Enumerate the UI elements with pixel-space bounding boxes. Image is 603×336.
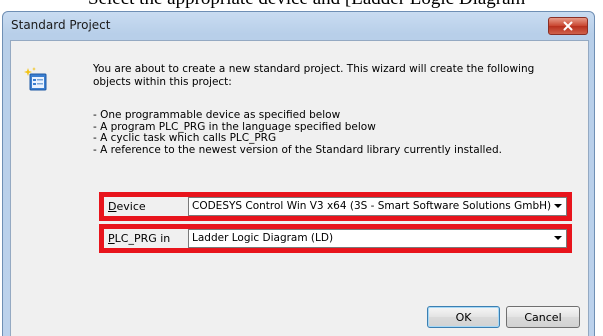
wizard-icon [24,67,47,91]
device-label: Device [108,200,146,213]
plc-prg-label-rest: LC_PRG in [114,232,171,245]
top-caption: Select the appropriate device and [Ladde… [88,0,525,10]
ok-button[interactable]: OK [427,306,500,328]
chevron-down-icon[interactable] [554,204,562,208]
device-highlight: Device CODESYS Control Win V3 x64 (3S - … [99,192,572,221]
plc-prg-language-dropdown[interactable]: Ladder Logic Diagram (LD) [188,229,567,248]
intro-text: You are about to create a new standard p… [93,63,573,89]
plc-prg-label: PLC_PRG in [108,232,170,245]
device-selected-value: CODESYS Control Win V3 x64 (3S - Smart S… [192,200,552,212]
plc-prg-selected-value: Ladder Logic Diagram (LD) [192,232,334,244]
bullet-list: - One programmable device as specified b… [93,109,502,156]
bullet-item: - One programmable device as specified b… [93,109,341,121]
bullet-item: - A reference to the newest version of t… [93,143,502,156]
device-label-rest: evice [116,200,146,213]
dialog-title: Standard Project [11,18,111,32]
dialog-content: You are about to create a new standard p… [10,40,589,336]
page: Select the appropriate device and [Ladde… [0,0,603,336]
intro-paragraph: You are about to create a new standard p… [93,63,535,88]
titlebar: Standard Project [3,12,594,39]
close-icon [563,21,573,31]
plc-prg-label-accelerator: P [108,232,115,245]
standard-project-dialog: Standard Project You are about to create… [2,11,595,336]
cancel-button[interactable]: Cancel [506,306,580,328]
bullet-item: - A cyclic task which calls PLC_PRG [93,132,277,144]
close-button[interactable] [548,17,588,35]
chevron-down-icon[interactable] [554,236,562,240]
plc-prg-highlight: PLC_PRG in Ladder Logic Diagram (LD) [99,224,572,253]
device-dropdown[interactable]: CODESYS Control Win V3 x64 (3S - Smart S… [188,197,567,216]
